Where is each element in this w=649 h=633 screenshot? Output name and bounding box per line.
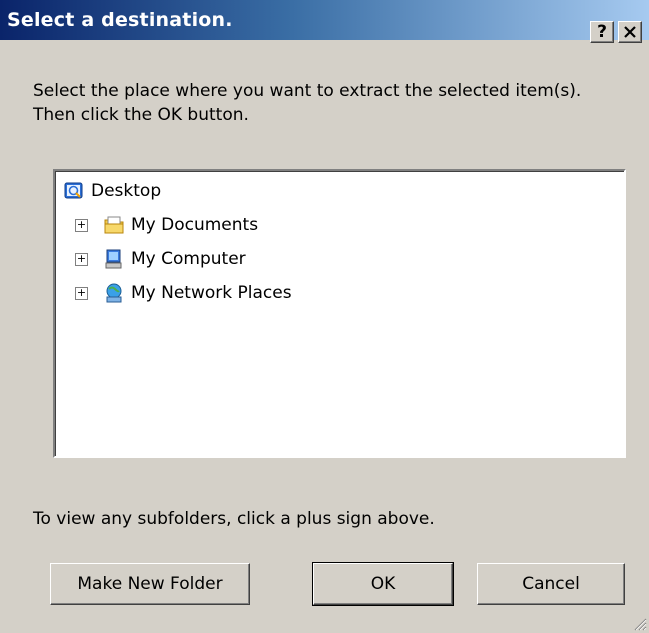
expand-toggle[interactable]: + xyxy=(75,253,88,266)
expand-toggle[interactable]: + xyxy=(75,287,88,300)
help-button[interactable]: ? xyxy=(590,21,614,43)
tree-node-label: My Documents xyxy=(131,215,259,235)
tree-node-my-network-places[interactable]: + My Network Places xyxy=(75,279,292,307)
select-destination-dialog: Select a destination. ? Select the place… xyxy=(0,0,649,633)
ok-button[interactable]: OK xyxy=(312,562,454,606)
desktop-icon xyxy=(64,182,83,199)
instructions-text: Select the place where you want to extra… xyxy=(33,81,582,125)
dialog-title: Select a destination. xyxy=(7,9,233,31)
documents-folder-icon xyxy=(104,216,124,234)
network-places-icon xyxy=(106,283,122,303)
make-new-folder-button[interactable]: Make New Folder xyxy=(50,563,250,605)
tree-node-my-documents[interactable]: + My Documents xyxy=(75,211,258,239)
tree-node-my-computer[interactable]: + My Computer xyxy=(75,245,246,273)
folder-tree[interactable]: Desktop + My Documents + My Computer + M… xyxy=(53,169,626,458)
hint-text: To view any subfolders, click a plus sig… xyxy=(33,509,435,529)
tree-node-label: Desktop xyxy=(91,181,162,201)
tree-node-label: My Computer xyxy=(131,249,246,269)
resize-grip-icon[interactable] xyxy=(631,615,647,631)
expand-toggle[interactable]: + xyxy=(75,219,88,232)
tree-node-label: My Network Places xyxy=(131,283,292,303)
close-button[interactable] xyxy=(618,21,642,43)
title-bar[interactable]: Select a destination. ? xyxy=(0,0,649,43)
computer-icon xyxy=(105,249,122,269)
cancel-button[interactable]: Cancel xyxy=(477,563,625,605)
close-icon xyxy=(624,26,636,38)
tree-node-desktop[interactable]: Desktop xyxy=(63,177,161,205)
